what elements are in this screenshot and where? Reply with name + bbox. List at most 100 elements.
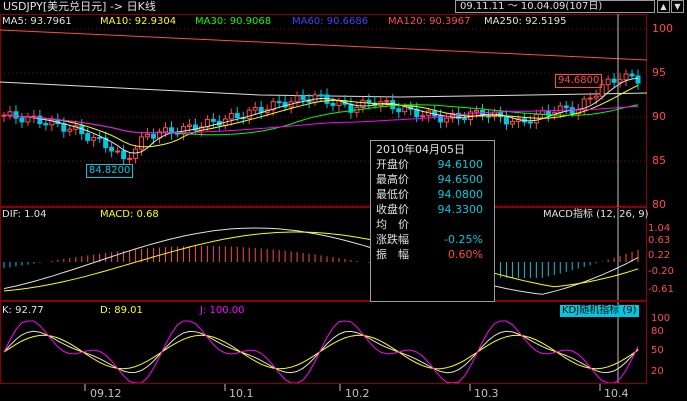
popup-row-value: 94.6100 — [437, 158, 484, 171]
candle-body — [384, 100, 390, 103]
price-axis-label: 90 — [652, 110, 666, 123]
macd-panel — [0, 207, 647, 301]
candle-body — [37, 115, 43, 125]
ohlc-info-popup: 2010年04月05日 开盘价 94.6100 最高价 94.6500 最低价 94.08… — [370, 140, 495, 302]
popup-row: 最低价 94.0800 — [376, 188, 483, 202]
candle-body — [587, 97, 593, 100]
candle-body — [318, 94, 324, 97]
price-axis-label: 95 — [652, 66, 666, 79]
candle-body — [97, 136, 103, 139]
time-axis-label: 09.12 — [90, 387, 122, 400]
popup-row-label: 最高价 — [376, 173, 409, 186]
candle-body — [258, 107, 264, 113]
price-axis-label: 80 — [652, 198, 666, 211]
candle-body — [133, 148, 139, 159]
candle-body — [474, 110, 480, 113]
d-label: D: 89.01 — [100, 305, 143, 316]
low-price-badge: 84.8200 — [86, 164, 134, 178]
candle-body — [85, 133, 91, 141]
popup-row-label: 均 价 — [376, 218, 409, 231]
candle-body — [629, 73, 635, 77]
candle-body — [557, 105, 563, 114]
macd-axis-label: -0.61 — [648, 284, 674, 295]
popup-row: 振 幅 0.60% — [376, 248, 483, 262]
candle-body — [115, 150, 121, 153]
kdj-indicator-name: KDJ随机指标 (9) — [560, 305, 639, 317]
time-axis-label: 10.1 — [229, 387, 254, 400]
price-axis-label: 85 — [652, 154, 666, 167]
kdj-axis-label: 80 — [651, 326, 664, 337]
popup-row-label: 开盘价 — [376, 158, 409, 171]
candle-body — [276, 101, 282, 104]
candle-body — [396, 108, 402, 113]
candle-body — [294, 95, 300, 103]
candle-body — [509, 120, 515, 125]
high-price-badge: 94.6800 — [555, 74, 603, 88]
macd-label: MACD: 0.68 — [100, 209, 159, 220]
candle-body — [246, 109, 252, 119]
candle-body — [527, 121, 533, 124]
popup-row: 最高价 94.6500 — [376, 173, 483, 187]
candle-body — [67, 128, 73, 132]
time-axis-label: 10.3 — [474, 387, 499, 400]
candle-body — [444, 117, 450, 123]
candle-body — [330, 102, 336, 106]
candle-body — [151, 133, 157, 139]
candle-body — [13, 111, 19, 119]
macd-axis-label: 1.04 — [648, 223, 671, 234]
macd-axis-label: 0.63 — [648, 235, 671, 246]
popup-row-value: 0.60% — [448, 248, 483, 261]
popup-row-label: 收盘价 — [376, 203, 409, 216]
j-label: J: 100.00 — [200, 305, 245, 316]
popup-row: 涨跌幅 -0.25% — [376, 233, 483, 247]
candle-body — [210, 118, 216, 122]
popup-row-label: 涨跌幅 — [376, 233, 409, 246]
candle-body — [7, 111, 13, 116]
popup-row-value: -0.25% — [444, 233, 483, 246]
popup-row-label: 最低价 — [376, 188, 409, 201]
popup-date: 2010年04月05日 — [376, 143, 465, 156]
candle-body — [605, 78, 611, 86]
candle-body — [617, 79, 623, 83]
candle-body — [402, 106, 408, 113]
time-axis-label: 10.4 — [604, 387, 629, 400]
candle-body — [91, 136, 97, 141]
candle-body — [252, 107, 258, 111]
popup-row: 收盘价 94.3300 — [376, 203, 483, 217]
popup-row: 均 价 — [376, 218, 483, 232]
popup-row: 开盘价 94.6100 — [376, 158, 483, 172]
popup-row-value: 94.6500 — [437, 173, 484, 186]
candle-body — [43, 123, 49, 126]
kdj-axis-label: 50 — [651, 345, 664, 356]
candle-body — [186, 124, 192, 127]
macd-axis-label: -0.20 — [648, 266, 674, 277]
candle-body — [145, 133, 151, 138]
macd-indicator-name: MACD指标 (12, 26, 9) — [543, 209, 649, 220]
kdj-axis-label: 100 — [651, 313, 671, 324]
candle-body — [228, 113, 234, 120]
popup-row-value: 94.0800 — [437, 188, 484, 201]
candle-body — [162, 127, 168, 133]
dif-label: DIF: 1.04 — [2, 209, 47, 220]
candle-body — [623, 73, 629, 81]
candle-body — [234, 113, 240, 119]
candle-body — [19, 117, 25, 123]
candle-body — [593, 95, 599, 99]
candle-body — [127, 157, 133, 160]
kdj-axis-label: 20 — [651, 366, 664, 377]
candle-body — [109, 146, 115, 152]
candle-body — [462, 117, 468, 120]
price-axis-label: 100 — [652, 22, 673, 35]
ma60-line — [3, 105, 639, 134]
macd-axis-label: 0.22 — [648, 250, 671, 261]
time-axis-label: 10.2 — [345, 387, 370, 400]
popup-row-label: 振 幅 — [376, 248, 409, 261]
candle-body — [611, 78, 617, 83]
candle-body — [420, 115, 426, 118]
k-label: K: 92.77 — [2, 305, 44, 316]
candle-body — [61, 123, 67, 132]
candle-body — [503, 116, 509, 125]
candle-body — [300, 95, 306, 101]
ma120-line — [0, 29, 648, 61]
candle-body — [121, 150, 127, 160]
